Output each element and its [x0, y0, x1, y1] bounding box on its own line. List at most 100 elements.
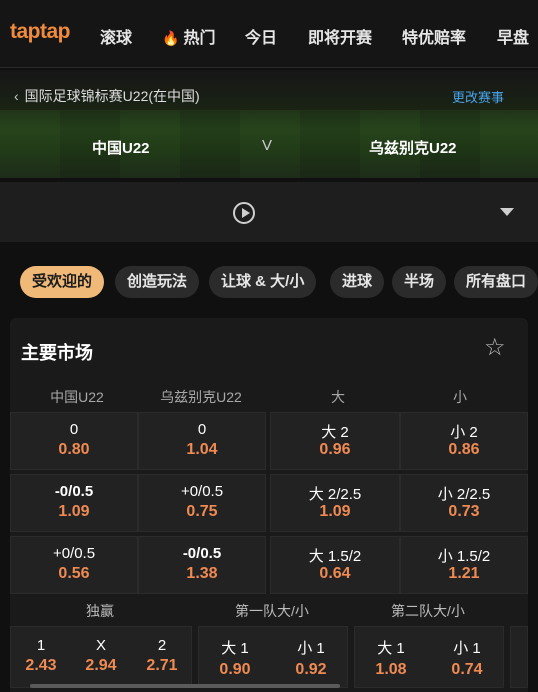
- flame-icon: 🔥: [162, 30, 180, 46]
- team1-under[interactable]: 小 1 0.92: [281, 637, 341, 679]
- moneyline-header: 独赢: [86, 603, 114, 619]
- moneyline-box: 1 2.43 X 2.94 2 2.71: [10, 626, 192, 688]
- match-header: ‹ 国际足球锦标赛U22(在中国) 更改赛事 中国U22 V 乌兹别克U22: [0, 70, 538, 178]
- chevron-down-icon[interactable]: [500, 208, 514, 216]
- away-team: 乌兹别克U22: [369, 140, 457, 157]
- nav-item-today[interactable]: 今日: [245, 24, 277, 48]
- odds-price: 0.75: [186, 503, 218, 520]
- back-link[interactable]: ‹ 国际足球锦标赛U22(在中国): [14, 86, 200, 106]
- play-icon[interactable]: [233, 202, 255, 224]
- tab-half[interactable]: 半场: [392, 266, 447, 298]
- odds-away-row1[interactable]: 0 1.04: [138, 412, 266, 470]
- odds-over-row2[interactable]: 大 2/2.5 1.09: [270, 474, 400, 532]
- odds-price: 1.21: [448, 565, 480, 582]
- market-category-tabs: 受欢迎的 创造玩法 让球 & 大/小 进球 半场 所有盘口: [0, 266, 538, 302]
- odds-price: 0.86: [448, 441, 480, 458]
- col-header-away: 乌兹别克U22: [160, 389, 242, 405]
- odds-price: 0.80: [58, 441, 90, 458]
- odds-home-row3[interactable]: +0/0.5 0.56: [10, 536, 138, 594]
- nav-item-upcoming[interactable]: 即将开赛: [308, 24, 372, 48]
- star-icon[interactable]: ☆: [484, 336, 506, 360]
- odds-under-row2[interactable]: 小 2/2.5 0.73: [400, 474, 528, 532]
- col-header-over: 大: [331, 389, 345, 405]
- odds-price: 0.90: [219, 661, 251, 678]
- odds-price: 0.73: [448, 503, 480, 520]
- col-header-under: 小: [453, 389, 467, 405]
- tab-popular[interactable]: 受欢迎的: [20, 266, 105, 298]
- handicap-line: +0/0.5: [180, 483, 224, 500]
- odds-price: 0.92: [295, 661, 327, 678]
- competition-name: 国际足球锦标赛U22(在中国): [24, 88, 200, 104]
- chevron-left-icon: ‹: [14, 88, 19, 104]
- horizontal-scrollbar[interactable]: [30, 684, 340, 688]
- tab-bet-builder[interactable]: 创造玩法: [115, 266, 200, 298]
- odds-away-row2[interactable]: +0/0.5 0.75: [138, 474, 266, 532]
- team2-ou-box: 大 1 1.08 小 1 0.74: [354, 626, 504, 688]
- odds-under-row1[interactable]: 小 2 0.86: [400, 412, 528, 470]
- handicap-line: 0: [197, 421, 207, 438]
- next-market-box-peek: [510, 626, 528, 688]
- moneyline-away[interactable]: 2 2.71: [138, 637, 186, 675]
- odds-price: 1.08: [375, 661, 407, 678]
- nav-item-early[interactable]: 早盘: [497, 24, 529, 48]
- home-team: 中国U22: [92, 140, 150, 157]
- odds-over-row3[interactable]: 大 1.5/2 0.64: [270, 536, 400, 594]
- col-header-home: 中国U22: [50, 389, 104, 405]
- odds-price: 1.04: [186, 441, 218, 458]
- odds-away-row3[interactable]: -0/0.5 1.38: [138, 536, 266, 594]
- handicap-line: -0/0.5: [54, 483, 94, 500]
- tab-all-markets[interactable]: 所有盘口: [454, 266, 538, 298]
- outcome-label: 大 1: [221, 640, 249, 657]
- nav-item-hot-label: 热门: [183, 30, 216, 47]
- nav-item-live[interactable]: 滚球: [100, 24, 132, 48]
- moneyline-home[interactable]: 1 2.43: [17, 637, 65, 675]
- team1-ou-box: 大 1 0.90 小 1 0.92: [198, 626, 348, 688]
- odds-over-row1[interactable]: 大 2 0.96: [270, 412, 400, 470]
- total-line: 小 2/2.5: [437, 486, 491, 503]
- outcome-label: 2: [157, 637, 167, 654]
- odds-under-row3[interactable]: 小 1.5/2 1.21: [400, 536, 528, 594]
- outcome-label: 小 1: [297, 640, 325, 657]
- total-line: 大 2/2.5: [308, 486, 362, 503]
- odds-price: 1.09: [319, 503, 351, 520]
- tab-handicap-ou[interactable]: 让球 & 大/小: [209, 266, 317, 298]
- outcome-label: 大 1: [377, 640, 405, 657]
- taptap-logo[interactable]: taptap: [10, 20, 71, 44]
- odds-price: 1.09: [58, 503, 90, 520]
- odds-price: 2.71: [146, 657, 178, 674]
- odds-home-row1[interactable]: 0 0.80: [10, 412, 138, 470]
- odds-home-row2[interactable]: -0/0.5 1.09: [10, 474, 138, 532]
- top-nav: taptap 滚球 🔥 热门 今日 即将开赛 特优赔率 早盘: [0, 0, 538, 68]
- nav-item-boosted-odds[interactable]: 特优赔率: [402, 24, 466, 48]
- odds-price: 2.94: [85, 657, 117, 674]
- change-match-link[interactable]: 更改赛事: [452, 87, 504, 106]
- outcome-label: 小 1: [453, 640, 481, 657]
- tab-goals[interactable]: 进球: [330, 266, 385, 298]
- team2-ou-header: 第二队大/小: [391, 603, 465, 619]
- total-line: 大 2: [321, 424, 349, 441]
- team1-over[interactable]: 大 1 0.90: [205, 637, 265, 679]
- handicap-line: -0/0.5: [182, 545, 222, 562]
- team2-under[interactable]: 小 1 0.74: [437, 637, 497, 679]
- odds-price: 0.96: [319, 441, 351, 458]
- odds-price: 0.64: [319, 565, 351, 582]
- handicap-line: 0: [69, 421, 79, 438]
- versus-label: V: [262, 137, 273, 154]
- team2-over[interactable]: 大 1 1.08: [361, 637, 421, 679]
- media-bar: [0, 182, 538, 242]
- moneyline-draw[interactable]: X 2.94: [77, 637, 125, 675]
- handicap-line: +0/0.5: [52, 545, 96, 562]
- total-line: 小 2: [450, 424, 478, 441]
- market-title: 主要市场: [21, 343, 93, 363]
- odds-price: 2.43: [25, 657, 57, 674]
- outcome-label: X: [95, 637, 106, 654]
- outcome-label: 1: [36, 637, 46, 654]
- odds-price: 0.56: [58, 565, 90, 582]
- total-line: 小 1.5/2: [437, 548, 491, 565]
- odds-price: 1.38: [186, 565, 218, 582]
- total-line: 大 1.5/2: [308, 548, 362, 565]
- odds-price: 0.74: [451, 661, 483, 678]
- nav-item-hot[interactable]: 🔥 热门: [162, 24, 215, 48]
- team1-ou-header: 第一队大/小: [235, 603, 309, 619]
- main-market-card: 主要市场 ☆ 中国U22 乌兹别克U22 大 小 0 0.80 0 1.04 大…: [10, 318, 528, 692]
